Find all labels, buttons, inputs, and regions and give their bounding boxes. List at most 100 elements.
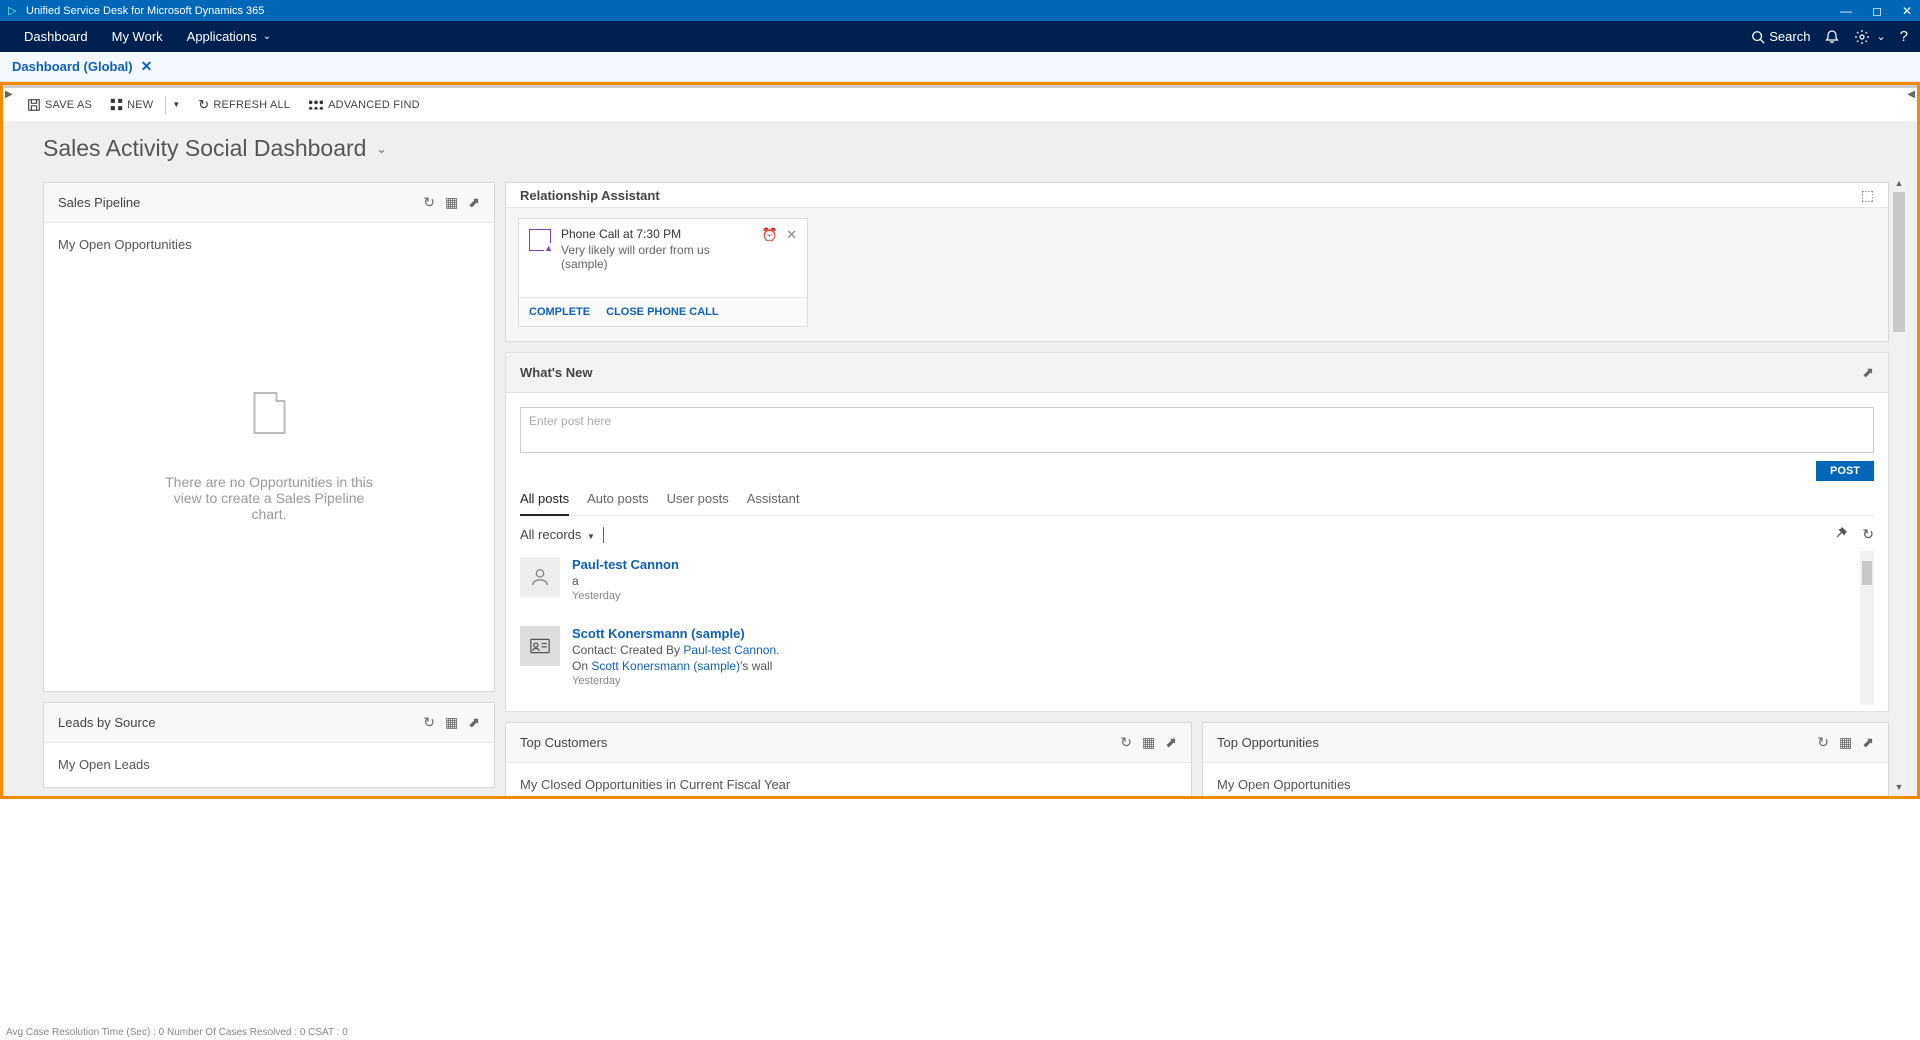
dashboard-header: Sales Activity Social Dashboard ⌄ <box>3 121 1917 178</box>
advanced-find-icon <box>308 98 324 112</box>
activity-feed: Paul-test Cannon a Yesterday <box>520 551 1874 705</box>
popout-icon[interactable]: ⬈ <box>468 194 480 211</box>
refresh-icon[interactable]: ↻ <box>1862 526 1874 543</box>
relationship-assistant-panel: Relationship Assistant ⬚ Phone Call at 7… <box>505 182 1889 342</box>
dashboard-title-selector[interactable]: Sales Activity Social Dashboard ⌄ <box>43 135 1877 162</box>
new-dropdown[interactable]: ▼ <box>165 96 180 114</box>
sales-pipeline-panel: Sales Pipeline ↻ ▦ ⬈ My Open Opportuniti… <box>43 182 495 692</box>
scroll-thumb[interactable] <box>1862 561 1872 585</box>
maximize-button[interactable]: ◻ <box>1872 4 1882 18</box>
content-frame: SAVE AS NEW ▼ ↻ REFRESH ALL ADVANCED FIN… <box>3 85 1917 796</box>
nav-my-work[interactable]: My Work <box>100 21 175 52</box>
popout-icon[interactable]: ⬈ <box>468 714 480 731</box>
popout-icon[interactable]: ⬚ <box>1861 187 1874 204</box>
minimize-button[interactable]: — <box>1840 4 1852 18</box>
feed-link[interactable]: Paul-test Cannon <box>683 643 776 657</box>
feed-author-link[interactable]: Scott Konersmann (sample) <box>572 626 779 641</box>
window-controls: — ◻ ✕ <box>1840 4 1912 18</box>
records-filter[interactable]: All records ▼ <box>520 527 595 542</box>
nav-dashboard[interactable]: Dashboard <box>12 21 100 52</box>
feed-author-link[interactable]: Paul-test Cannon <box>572 557 679 572</box>
refresh-all-button[interactable]: ↻ REFRESH ALL <box>198 97 290 113</box>
grid-icon[interactable]: ▦ <box>445 194 458 211</box>
refresh-icon[interactable]: ↻ <box>1817 734 1829 751</box>
ra-close-phone-button[interactable]: CLOSE PHONE CALL <box>606 306 718 318</box>
whats-new-panel: What's New ⬈ Enter post here POST All po… <box>505 352 1889 712</box>
popout-icon[interactable]: ⬈ <box>1862 734 1874 751</box>
new-label: NEW <box>127 99 153 111</box>
popout-icon[interactable]: ⬈ <box>1165 734 1177 751</box>
panel-title: Top Opportunities <box>1217 735 1817 750</box>
empty-file-icon <box>253 392 285 434</box>
new-button[interactable]: NEW <box>110 98 153 111</box>
work-area: ▶ ◀ SAVE AS NEW ▼ ↻ REFRESH ALL <box>0 82 1920 799</box>
feed-item: Scott Konersmann (sample) Contact: Creat… <box>520 620 1864 705</box>
expand-left-icon[interactable]: ▶ <box>3 87 15 102</box>
feed-link[interactable]: Scott Konersmann (sample) <box>591 659 740 673</box>
post-button[interactable]: POST <box>1816 461 1874 481</box>
pin-icon[interactable] <box>1834 526 1848 543</box>
dashboard-body: ▲ ▼ Sales Pipeline ↻ ▦ ⬈ <box>3 178 1917 796</box>
tab-assistant[interactable]: Assistant <box>747 491 800 515</box>
wn-tabs: All posts Auto posts User posts Assistan… <box>520 491 1874 516</box>
feed-scrollbar[interactable] <box>1860 551 1874 705</box>
new-icon <box>110 98 123 111</box>
settings-chevron-icon[interactable]: ⌄ <box>1876 30 1885 43</box>
feed-body: a <box>572 574 679 588</box>
refresh-icon[interactable]: ↻ <box>1120 734 1132 751</box>
close-tab-icon[interactable]: ✕ <box>141 58 153 75</box>
tab-all-posts[interactable]: All posts <box>520 491 569 516</box>
scroll-thumb[interactable] <box>1893 192 1905 332</box>
pipeline-empty-state: There are no Opportunities in this view … <box>157 392 382 522</box>
refresh-icon[interactable]: ↻ <box>423 714 435 731</box>
nav-applications[interactable]: Applications ⌄ <box>175 21 284 52</box>
filter-label: All records <box>520 527 581 542</box>
scroll-up-icon[interactable]: ▲ <box>1891 178 1907 188</box>
grid-icon[interactable]: ▦ <box>445 714 458 731</box>
status-text: Avg Case Resolution Time (Sec) : 0 Numbe… <box>6 1027 348 1038</box>
panel-title: Leads by Source <box>58 715 423 730</box>
chevron-down-icon: ⌄ <box>263 31 271 42</box>
search-icon <box>1751 30 1765 44</box>
popout-icon[interactable]: ⬈ <box>1862 364 1874 380</box>
advanced-find-button[interactable]: ADVANCED FIND <box>308 98 420 112</box>
dismiss-icon[interactable]: ✕ <box>786 227 797 243</box>
tab-dashboard-global[interactable]: Dashboard (Global) ✕ <box>12 58 152 75</box>
ra-complete-button[interactable]: COMPLETE <box>529 306 590 318</box>
tab-user-posts[interactable]: User posts <box>667 491 729 515</box>
dashboard-toolbar: SAVE AS NEW ▼ ↻ REFRESH ALL ADVANCED FIN… <box>3 85 1917 121</box>
caret-down-icon: ▼ <box>172 100 180 109</box>
panel-title: Top Customers <box>520 735 1120 750</box>
calendar-phone-icon <box>529 229 551 251</box>
contact-avatar-icon <box>520 626 560 666</box>
search-button[interactable]: Search <box>1751 29 1810 44</box>
chevron-down-icon: ⌄ <box>376 142 386 156</box>
leads-subtitle: My Open Leads <box>58 757 480 772</box>
refresh-icon[interactable]: ↻ <box>423 194 435 211</box>
caret-down-icon: ▼ <box>587 532 595 541</box>
tab-auto-posts[interactable]: Auto posts <box>587 491 648 515</box>
close-window-button[interactable]: ✕ <box>1902 4 1912 18</box>
top-customers-panel: Top Customers ↻ ▦ ⬈ My Closed Opportunit… <box>505 722 1192 796</box>
panel-title: Relationship Assistant <box>520 188 1861 203</box>
navbar: Dashboard My Work Applications ⌄ Search … <box>0 21 1920 52</box>
snooze-icon[interactable]: ⏰ <box>762 227 778 243</box>
grid-icon[interactable]: ▦ <box>1142 734 1155 751</box>
ra-card-subtitle: Very likely will order from us (sample) <box>561 243 752 271</box>
nav-applications-label: Applications <box>187 29 257 44</box>
scroll-down-icon[interactable]: ▼ <box>1891 782 1907 792</box>
dashboard-title: Sales Activity Social Dashboard <box>43 135 366 162</box>
ra-card: Phone Call at 7:30 PM Very likely will o… <box>518 218 808 327</box>
post-input[interactable]: Enter post here <box>520 407 1874 453</box>
leads-by-source-panel: Leads by Source ↻ ▦ ⬈ My Open Leads <box>43 702 495 788</box>
save-as-button[interactable]: SAVE AS <box>27 98 92 112</box>
app-title: Unified Service Desk for Microsoft Dynam… <box>26 5 1840 17</box>
status-bar: Avg Case Resolution Time (Sec) : 0 Numbe… <box>0 1025 1920 1040</box>
vertical-scrollbar[interactable]: ▲ ▼ <box>1891 178 1907 792</box>
pipeline-subtitle: My Open Opportunities <box>58 237 480 252</box>
settings-icon[interactable] <box>1854 29 1870 45</box>
grid-icon[interactable]: ▦ <box>1839 734 1852 751</box>
help-icon[interactable]: ? <box>1900 28 1908 45</box>
expand-right-icon[interactable]: ◀ <box>1905 87 1917 102</box>
notifications-icon[interactable] <box>1824 29 1840 45</box>
